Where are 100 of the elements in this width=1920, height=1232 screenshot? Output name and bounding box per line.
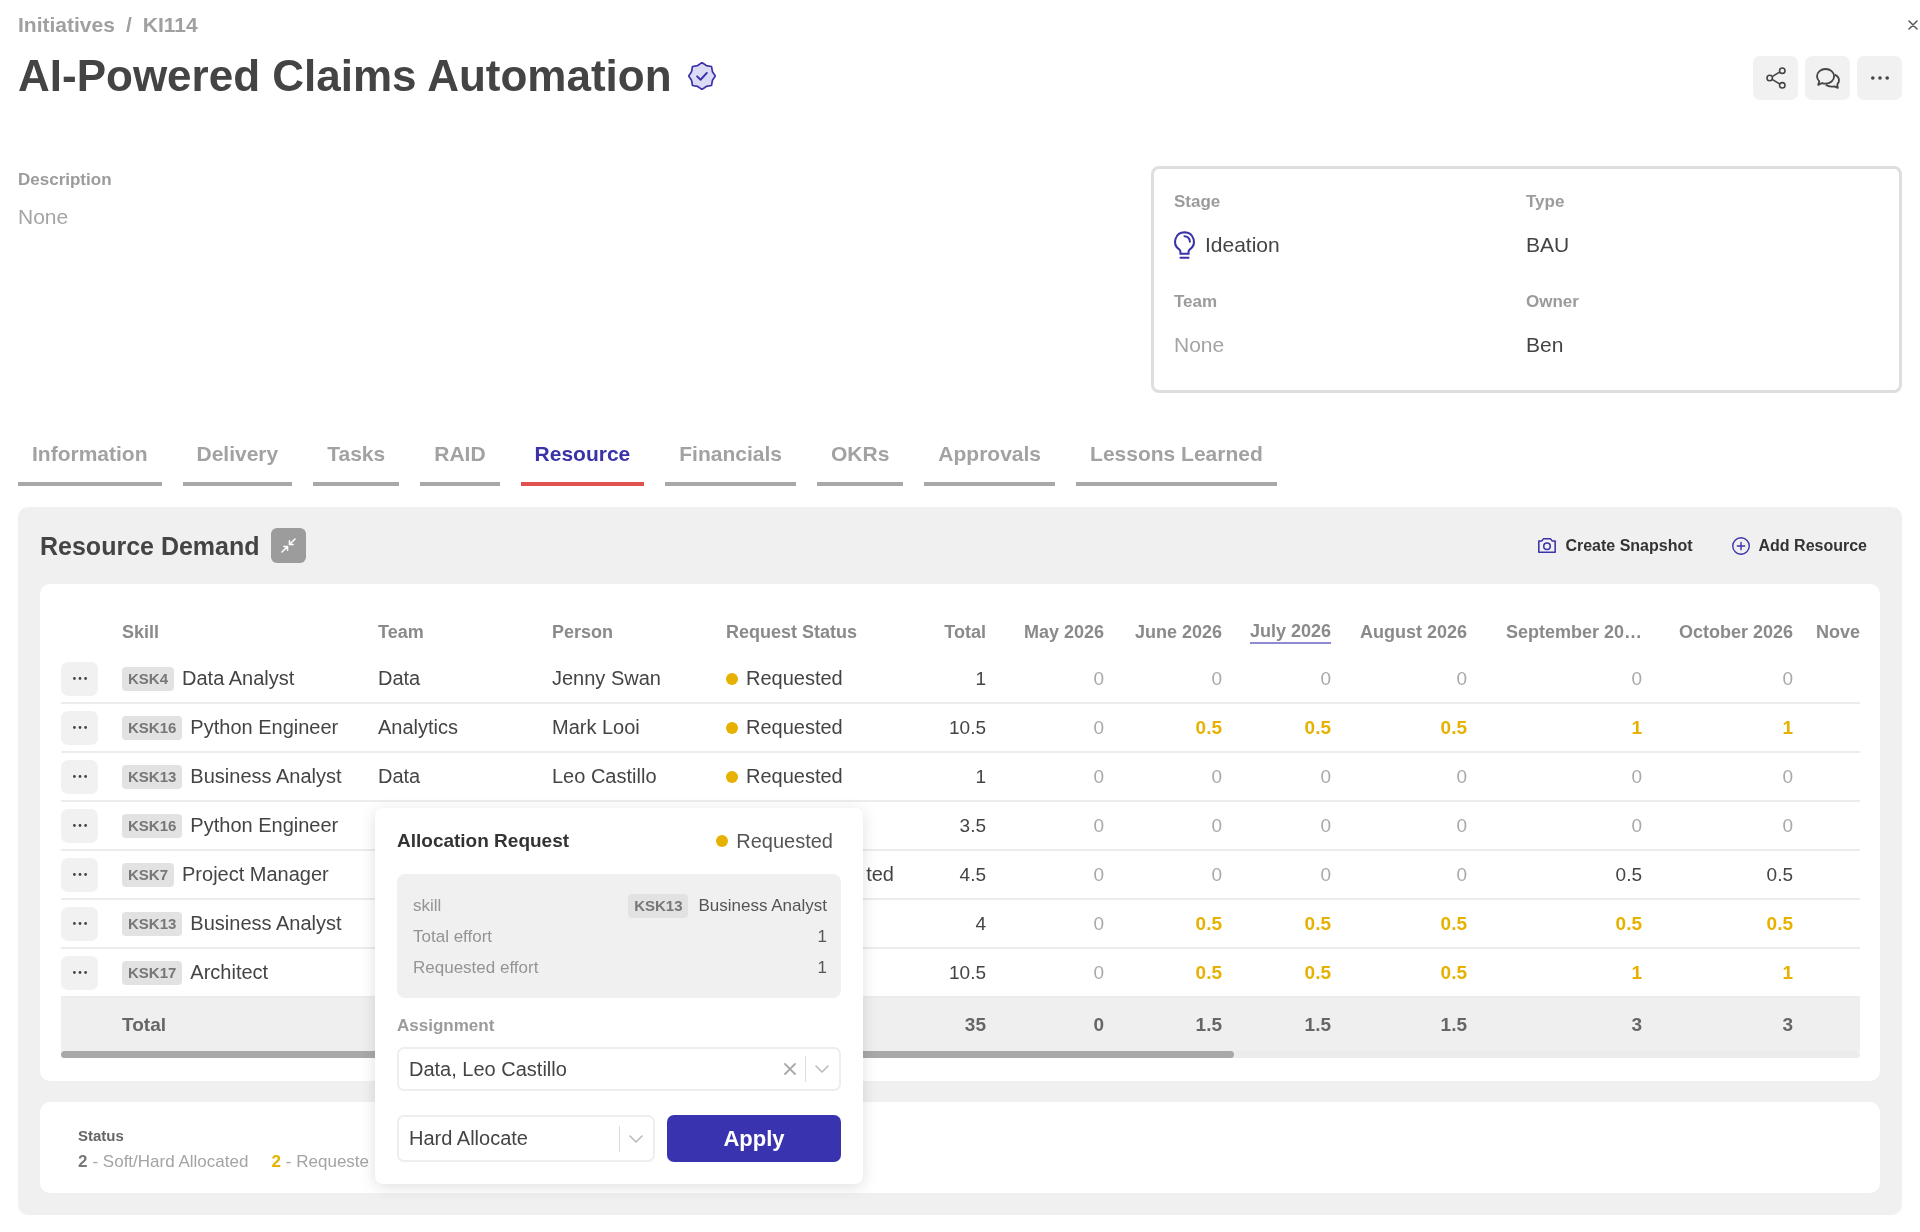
skill-name: Python Engineer — [190, 716, 339, 739]
field-label: Description — [18, 171, 112, 189]
field-value: None — [18, 204, 69, 230]
collapse-arrows-icon — [280, 538, 296, 553]
column-header: Request Status — [726, 620, 858, 644]
tab[interactable]: Information — [18, 436, 162, 486]
request-status: Requested — [746, 667, 843, 690]
row-menu-button[interactable] — [61, 759, 98, 794]
total-effort: 1 — [975, 667, 986, 690]
camera-icon — [1538, 538, 1557, 553]
row-menu-button[interactable] — [61, 857, 98, 892]
row-menu-button[interactable] — [61, 710, 98, 745]
column-header: August 2026 — [1359, 620, 1467, 644]
tab[interactable]: Lessons Learned — [1076, 436, 1277, 486]
summary-label: Requested effort — [413, 957, 539, 978]
total-effort: 10.5 — [949, 961, 986, 984]
breadcrumb-link[interactable]: KI114 — [142, 13, 198, 37]
month-effort: 0.5 — [1195, 961, 1222, 984]
legend-label: - Soft/Hard Allocated — [92, 1152, 249, 1172]
skill-code-badge: KSK17 — [122, 960, 183, 985]
plus-circle-icon — [1731, 536, 1750, 555]
tab[interactable]: Financials — [665, 436, 796, 486]
month-total: 0 — [1093, 1013, 1104, 1036]
skill-code-badge: KSK16 — [122, 715, 183, 740]
month-effort: 0 — [1211, 667, 1222, 690]
column-header: May 2026 — [1023, 620, 1104, 644]
breadcrumb-link[interactable]: Initiatives — [18, 13, 115, 37]
request-status: Requested — [746, 765, 843, 788]
skill-name: Architect — [190, 961, 269, 984]
column-header: June 2026 — [1134, 620, 1222, 644]
month-effort: 1 — [1782, 961, 1793, 984]
more-icon — [72, 775, 87, 778]
row-menu-button[interactable] — [61, 955, 98, 990]
month-effort: 0 — [1456, 863, 1467, 886]
month-effort: 0 — [1093, 765, 1104, 788]
collapse-button[interactable] — [270, 528, 306, 563]
field-value: Ideation — [1205, 232, 1280, 258]
summary-label: Total effort — [413, 926, 493, 947]
legend-label: - Requeste — [285, 1152, 370, 1172]
total-effort: 3.5 — [959, 814, 986, 837]
team-name: Data — [378, 765, 421, 788]
clear-icon[interactable] — [784, 1063, 796, 1075]
skill-code-badge: KSK13 — [628, 893, 689, 918]
month-total: 3 — [1631, 1013, 1642, 1036]
column-header: Team — [378, 620, 424, 644]
total-effort: 4.5 — [959, 863, 986, 886]
total-effort: 4 — [975, 912, 986, 935]
more-icon — [72, 677, 87, 680]
snapshot-button[interactable]: Create Snapshot — [1538, 536, 1693, 555]
month-effort: 0 — [1320, 814, 1331, 837]
month-effort: 0 — [1320, 765, 1331, 788]
popover-title: Allocation Request — [397, 830, 570, 852]
month-effort: 0 — [1456, 765, 1467, 788]
month-effort: 0 — [1320, 667, 1331, 690]
row-menu-button[interactable] — [61, 661, 98, 696]
skill-code-badge: KSK13 — [122, 764, 183, 789]
tab[interactable]: Tasks — [313, 436, 400, 486]
row-menu-button[interactable] — [61, 906, 98, 941]
skill-code-badge: KSK13 — [122, 911, 183, 936]
more-icon — [72, 824, 87, 827]
chevron-down-icon — [629, 1134, 643, 1143]
month-effort: 0.5 — [1440, 961, 1467, 984]
share-button[interactable] — [1753, 56, 1798, 100]
column-header: July 2026 — [1249, 619, 1331, 644]
tab[interactable]: Resource — [520, 436, 645, 486]
comments-button[interactable] — [1805, 56, 1850, 100]
month-effort: 0.5 — [1615, 912, 1642, 935]
column-header: October 2026 — [1678, 620, 1793, 644]
month-effort: 0 — [1631, 814, 1642, 837]
skill-name: Business Analyst — [190, 765, 342, 788]
person-name: Mark Looi — [552, 716, 640, 739]
total-effort: 1 — [975, 765, 986, 788]
row-menu-button[interactable] — [61, 808, 98, 843]
assignment-select[interactable]: Data, Leo Castillo — [397, 1047, 841, 1091]
tab[interactable]: OKRs — [817, 436, 904, 486]
tab[interactable]: Approvals — [924, 436, 1056, 486]
apply-button[interactable]: Apply — [667, 1115, 841, 1162]
month-effort: 0 — [1782, 765, 1793, 788]
total-effort: 10.5 — [949, 716, 986, 739]
total-effort: 35 — [964, 1013, 986, 1036]
field-label: Type — [1526, 193, 1565, 211]
status-dot-icon — [716, 835, 729, 847]
close-icon[interactable] — [1908, 20, 1918, 30]
month-effort: 0 — [1093, 863, 1104, 886]
month-effort: 0.5 — [1195, 912, 1222, 935]
tab[interactable]: Delivery — [182, 436, 293, 486]
field-label: Team — [1174, 293, 1218, 311]
tab[interactable]: RAID — [420, 436, 500, 486]
allocation-type-select[interactable]: Hard Allocate — [397, 1115, 655, 1162]
month-effort: 0.5 — [1304, 716, 1331, 739]
month-effort: 0 — [1093, 814, 1104, 837]
month-total: 1.5 — [1440, 1013, 1467, 1036]
more-options-button[interactable] — [1857, 56, 1902, 100]
month-effort: 0 — [1782, 814, 1793, 837]
skill-code-badge: KSK7 — [122, 862, 174, 887]
field-label: Assignment — [397, 1017, 495, 1035]
lightbulb-icon — [1174, 231, 1195, 259]
add-resource-button[interactable]: Add Resource — [1731, 536, 1867, 555]
month-effort: 0.5 — [1766, 912, 1793, 935]
status-dot-icon — [726, 672, 738, 685]
